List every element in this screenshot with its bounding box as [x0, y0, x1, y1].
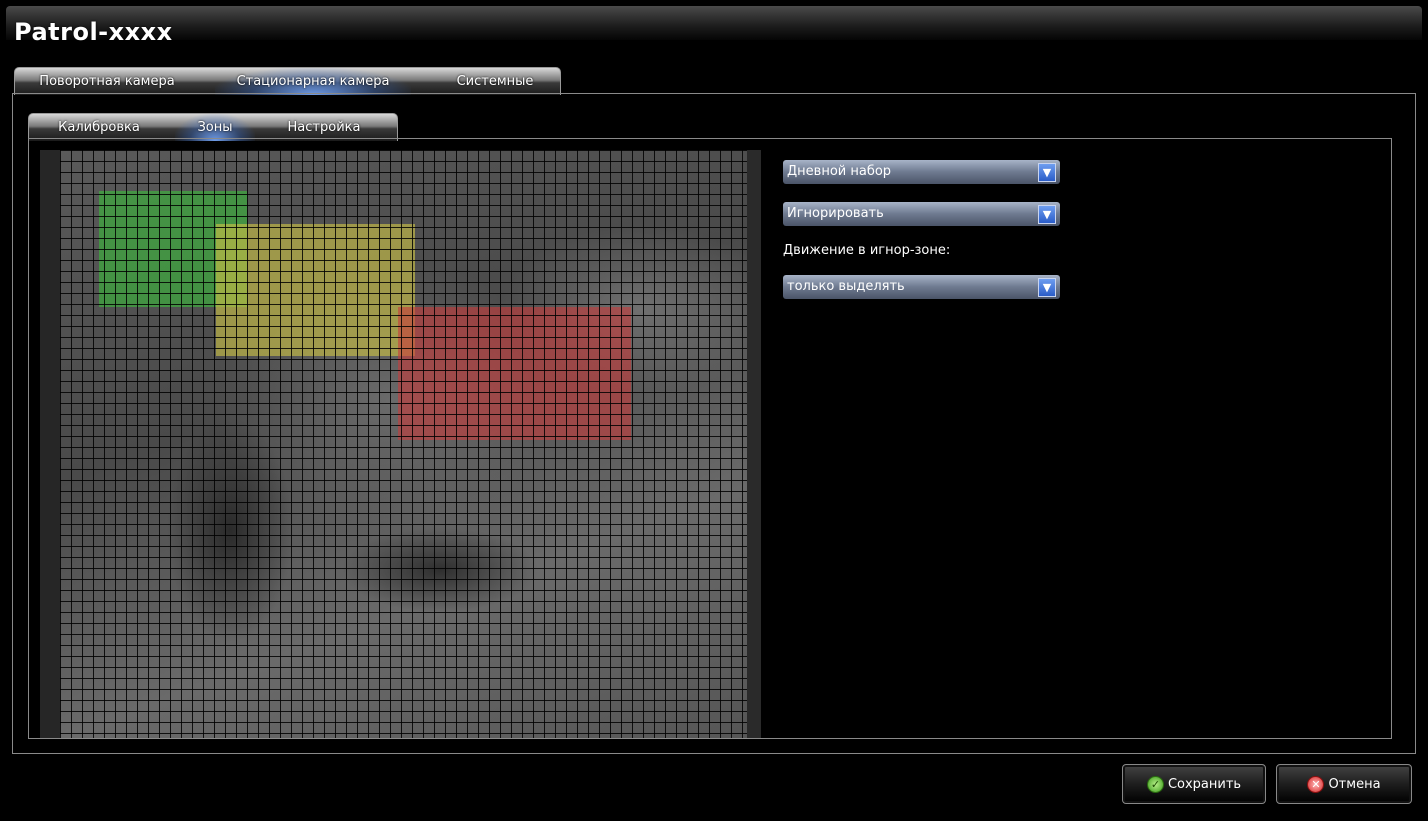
save-button[interactable]: ✓ Сохранить: [1122, 764, 1266, 804]
tab-label: Зоны: [197, 120, 233, 135]
tab-system[interactable]: Системные: [435, 68, 555, 95]
tab-label: Настройка: [287, 120, 361, 135]
tab-label: Системные: [456, 74, 534, 89]
zone-grid[interactable]: [60, 150, 747, 738]
tab-label: Калибровка: [58, 120, 140, 135]
tab-fixed-camera[interactable]: Стационарная камера: [215, 68, 411, 95]
zone-type-dropdown[interactable]: Игнорировать ▼: [783, 202, 1060, 226]
tab-settings[interactable]: Настройка: [269, 114, 379, 141]
ignore-motion-label: Движение в игнор-зоне:: [783, 243, 951, 258]
tab-calibration[interactable]: Калибровка: [39, 114, 159, 141]
ignore-motion-dropdown[interactable]: только выделять ▼: [783, 275, 1060, 299]
camera-border-right: [747, 150, 761, 738]
main-tab-bar: Поворотная камера Стационарная камера Си…: [14, 67, 561, 95]
tab-label: Поворотная камера: [39, 74, 175, 89]
title-bar: Patrol-xxxx: [6, 6, 1422, 46]
ignore-motion-value: только выделять: [787, 279, 905, 294]
chevron-down-icon[interactable]: ▼: [1038, 205, 1056, 224]
x-circle-icon: ✕: [1307, 775, 1325, 793]
tab-zones[interactable]: Зоны: [175, 114, 255, 141]
save-label: Сохранить: [1167, 776, 1242, 792]
check-circle-icon: ✓: [1146, 775, 1164, 793]
zone-type-value: Игнорировать: [787, 206, 884, 221]
preset-value: Дневной набор: [787, 164, 892, 179]
sub-tab-bar: Калибровка Зоны Настройка: [28, 113, 398, 141]
camera-zone-editor[interactable]: [40, 150, 761, 738]
cancel-button[interactable]: ✕ Отмена: [1276, 764, 1412, 804]
camera-border-left: [40, 150, 60, 738]
preset-dropdown[interactable]: Дневной набор ▼: [783, 160, 1060, 184]
cancel-label: Отмена: [1328, 776, 1381, 792]
chevron-down-icon[interactable]: ▼: [1038, 278, 1056, 297]
tab-ptz-camera[interactable]: Поворотная камера: [27, 68, 187, 95]
chevron-down-icon[interactable]: ▼: [1038, 163, 1056, 182]
tab-label: Стационарная камера: [236, 74, 390, 89]
window-title: Patrol-xxxx: [14, 18, 173, 46]
